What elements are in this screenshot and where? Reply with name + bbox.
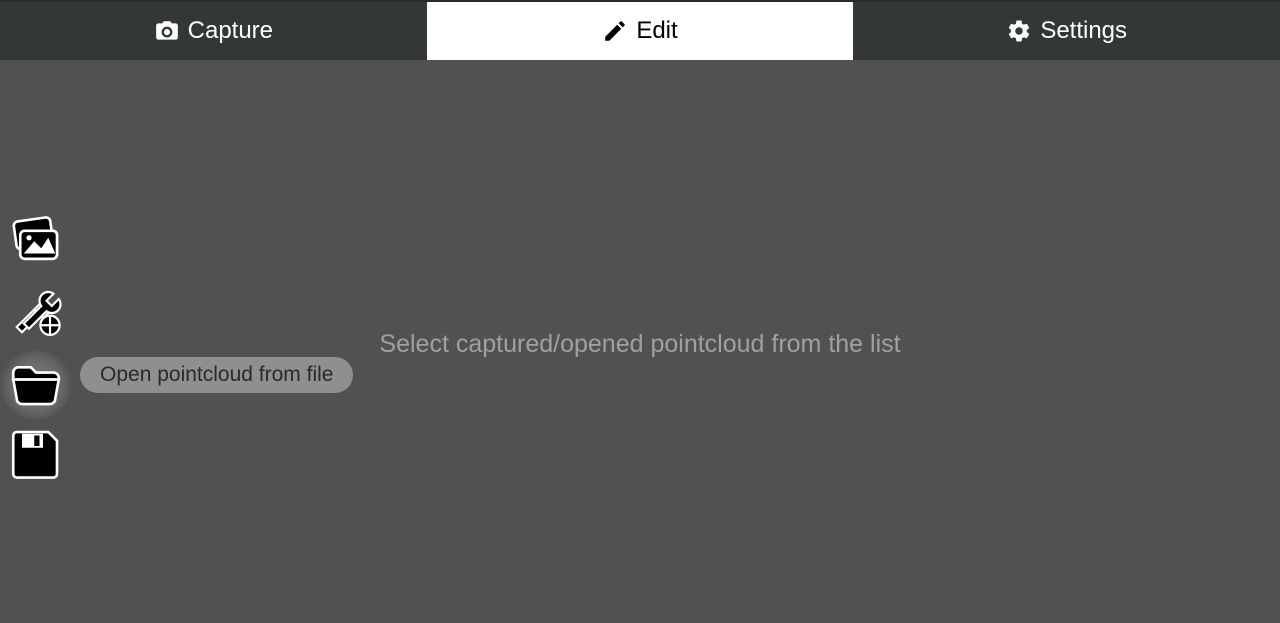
open-file-icon [8,355,64,416]
tab-edit[interactable]: Edit [427,2,854,60]
tab-capture-label: Capture [188,17,273,45]
save-icon [8,425,64,486]
images-button[interactable] [0,210,72,280]
tab-bar: Capture Edit Settings [0,0,1280,60]
pencil-icon [602,18,628,44]
images-icon [8,215,64,276]
placeholder-message: Select captured/opened pointcloud from t… [0,330,1280,359]
tools-button[interactable] [0,280,72,350]
side-toolbar [0,210,72,490]
open-file-tooltip: Open pointcloud from file [80,357,353,393]
tab-edit-label: Edit [636,17,677,45]
tab-settings[interactable]: Settings [853,2,1280,60]
gear-icon [1006,18,1032,44]
tab-capture[interactable]: Capture [0,2,427,60]
tools-icon [8,285,64,346]
save-button[interactable] [0,420,72,490]
camera-icon [154,18,180,44]
tab-settings-label: Settings [1040,17,1127,45]
open-file-button[interactable] [0,350,72,420]
main-viewport: Select captured/opened pointcloud from t… [0,60,1280,623]
